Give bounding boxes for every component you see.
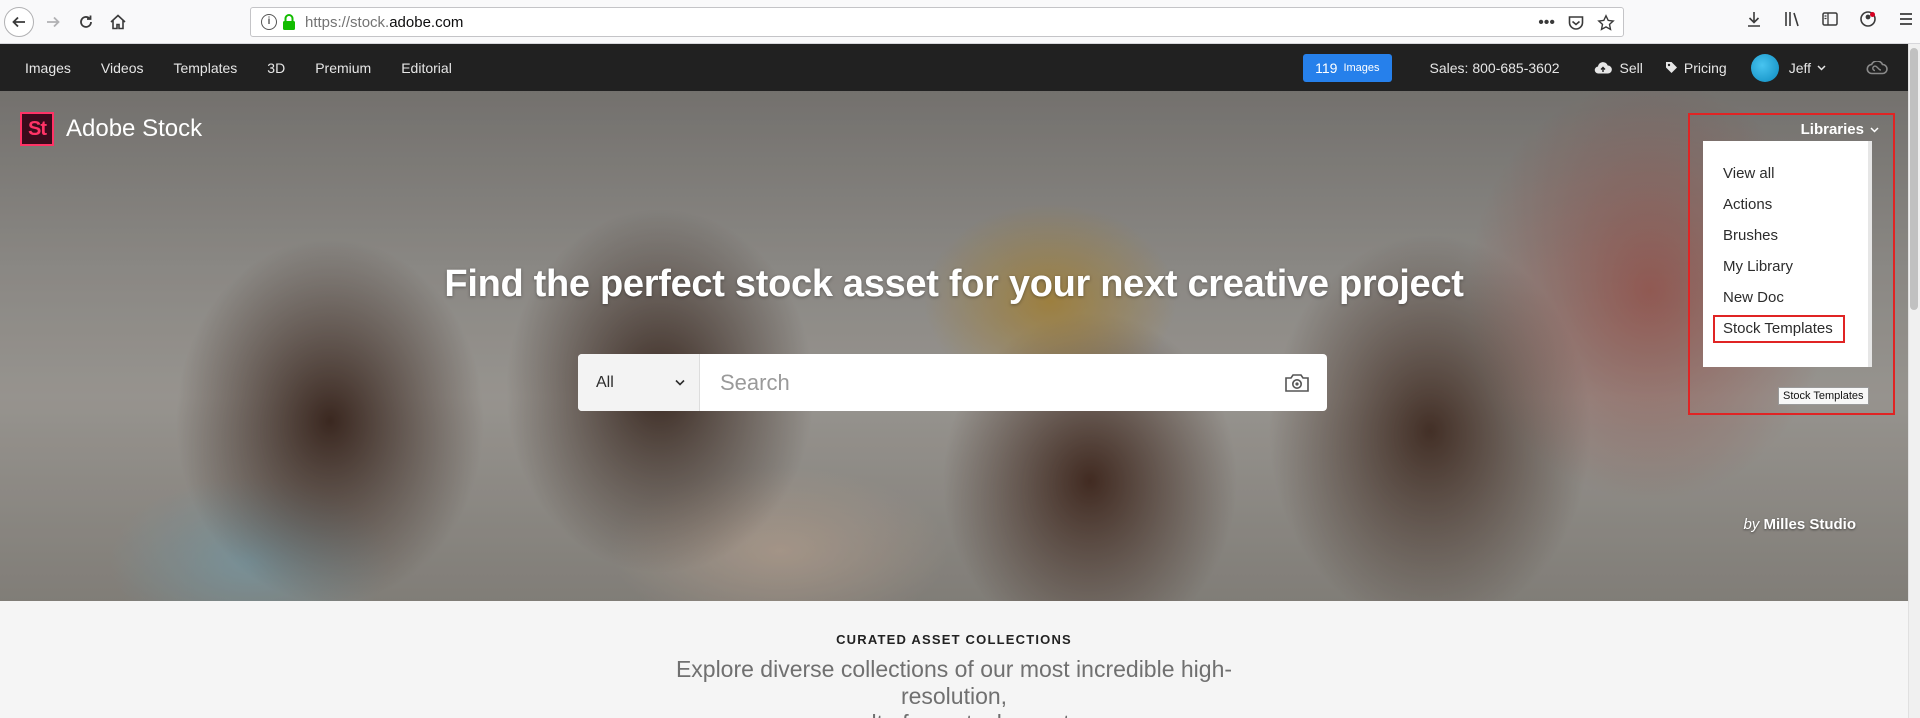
library-icon[interactable] bbox=[1782, 10, 1802, 28]
sell-link[interactable]: Sell bbox=[1594, 60, 1643, 76]
cart-unit: Images bbox=[1343, 61, 1380, 74]
description-line-1: Explore diverse collections of our most … bbox=[675, 656, 1233, 709]
curated-collections: CURATED ASSET COLLECTIONS Explore divers… bbox=[0, 601, 1908, 718]
sales-phone[interactable]: Sales: 800-685-3602 bbox=[1430, 60, 1560, 76]
arrow-left-icon bbox=[12, 16, 25, 28]
section-description: Explore diverse collections of our most … bbox=[634, 656, 1274, 718]
libraries-highlight: Libraries View all Actions Brushes My Li… bbox=[1688, 113, 1895, 415]
search-bar: All bbox=[578, 354, 1327, 411]
pocket-icon[interactable] bbox=[1567, 14, 1585, 32]
ellipsis-icon[interactable]: ••• bbox=[1538, 14, 1555, 32]
creative-cloud-icon[interactable] bbox=[1866, 60, 1888, 75]
cart-count: 119 bbox=[1315, 59, 1338, 76]
adobe-stock-logo[interactable]: St Adobe Stock bbox=[20, 112, 202, 146]
category-select[interactable]: All bbox=[578, 354, 700, 411]
chevron-down-icon bbox=[1870, 126, 1879, 133]
sidebar-icon[interactable] bbox=[1820, 10, 1840, 28]
home-button[interactable] bbox=[102, 6, 134, 38]
reload-icon bbox=[80, 15, 92, 28]
reload-button[interactable] bbox=[70, 6, 102, 38]
tag-icon bbox=[1665, 62, 1677, 73]
chevron-down-icon bbox=[675, 379, 685, 386]
library-item-brushes[interactable]: Brushes bbox=[1723, 227, 1778, 244]
info-icon[interactable]: i bbox=[261, 14, 277, 30]
hero-headline: Find the perfect stock asset for your ne… bbox=[444, 263, 1464, 305]
hero-banner: St Adobe Stock Find the perfect stock as… bbox=[0, 91, 1908, 601]
arrow-right-icon bbox=[47, 16, 60, 28]
description-line-2: royalty-free, stock assets bbox=[634, 710, 1274, 718]
nav-templates[interactable]: Templates bbox=[173, 60, 237, 76]
url-prefix: https://stock. bbox=[305, 14, 390, 31]
star-icon[interactable] bbox=[1597, 14, 1615, 32]
chevron-down-icon bbox=[1817, 64, 1826, 71]
photo-credit[interactable]: by Milles Studio bbox=[1743, 516, 1856, 533]
sell-label: Sell bbox=[1619, 59, 1643, 76]
search-input[interactable] bbox=[700, 354, 1267, 411]
tooltip: Stock Templates bbox=[1778, 387, 1869, 405]
address-bar-actions: ••• bbox=[1538, 12, 1615, 34]
user-name: Jeff bbox=[1788, 59, 1811, 76]
url-text[interactable]: https://stock.adobe.com bbox=[305, 14, 463, 31]
visual-search-button[interactable] bbox=[1267, 354, 1327, 411]
nav-editorial[interactable]: Editorial bbox=[401, 60, 452, 76]
hero-image bbox=[0, 91, 1908, 601]
credit-by: by bbox=[1743, 516, 1760, 533]
section-title: CURATED ASSET COLLECTIONS bbox=[836, 632, 1072, 647]
avatar[interactable] bbox=[1750, 53, 1779, 82]
pricing-label: Pricing bbox=[1683, 59, 1727, 76]
nav-videos[interactable]: Videos bbox=[101, 60, 144, 76]
library-item-view-all[interactable]: View all bbox=[1723, 165, 1774, 182]
download-icon[interactable] bbox=[1744, 10, 1764, 28]
browser-toolbar: i https://stock.adobe.com ••• bbox=[0, 0, 1920, 44]
url-domain: adobe.com bbox=[389, 14, 464, 31]
extension-icon[interactable] bbox=[1858, 10, 1878, 28]
camera-icon bbox=[1285, 373, 1309, 392]
logo-text: Adobe Stock bbox=[66, 115, 203, 142]
nav-right: 119 Images Sales: 800-685-3602 Sell Pric… bbox=[1303, 44, 1888, 91]
cloud-upload-icon bbox=[1594, 61, 1612, 74]
nav-3d[interactable]: 3D bbox=[267, 60, 285, 76]
libraries-menu: View all Actions Brushes My Library New … bbox=[1703, 141, 1872, 367]
back-button[interactable] bbox=[4, 7, 34, 37]
libraries-toggle[interactable]: Libraries bbox=[1801, 121, 1879, 138]
cart-button[interactable]: 119 Images bbox=[1303, 53, 1392, 82]
toolbar-icons bbox=[1744, 10, 1916, 28]
page-scrollbar[interactable] bbox=[1908, 44, 1920, 718]
credit-name: Milles Studio bbox=[1763, 516, 1856, 533]
address-bar[interactable]: i https://stock.adobe.com ••• bbox=[250, 7, 1624, 37]
library-item-my-library[interactable]: My Library bbox=[1723, 258, 1793, 275]
forward-button[interactable] bbox=[37, 6, 69, 38]
home-icon bbox=[110, 14, 126, 30]
category-value: All bbox=[596, 373, 614, 391]
site-navigation: Images Videos Templates 3D Premium Edito… bbox=[0, 44, 1908, 91]
libraries-label: Libraries bbox=[1800, 121, 1864, 138]
nav-premium[interactable]: Premium bbox=[315, 60, 371, 76]
user-menu[interactable]: Jeff bbox=[1789, 60, 1826, 76]
menu-icon[interactable] bbox=[1896, 10, 1916, 28]
lock-icon bbox=[283, 14, 295, 30]
main-nav: Images Videos Templates 3D Premium Edito… bbox=[25, 44, 452, 91]
scrollbar-thumb[interactable] bbox=[1910, 48, 1918, 310]
pricing-link[interactable]: Pricing bbox=[1665, 60, 1727, 76]
nav-images[interactable]: Images bbox=[25, 60, 71, 76]
library-item-stock-templates[interactable]: Stock Templates bbox=[1713, 315, 1845, 343]
library-item-actions[interactable]: Actions bbox=[1723, 196, 1772, 213]
library-item-new-doc[interactable]: New Doc bbox=[1723, 289, 1784, 306]
logo-mark: St bbox=[20, 112, 54, 146]
